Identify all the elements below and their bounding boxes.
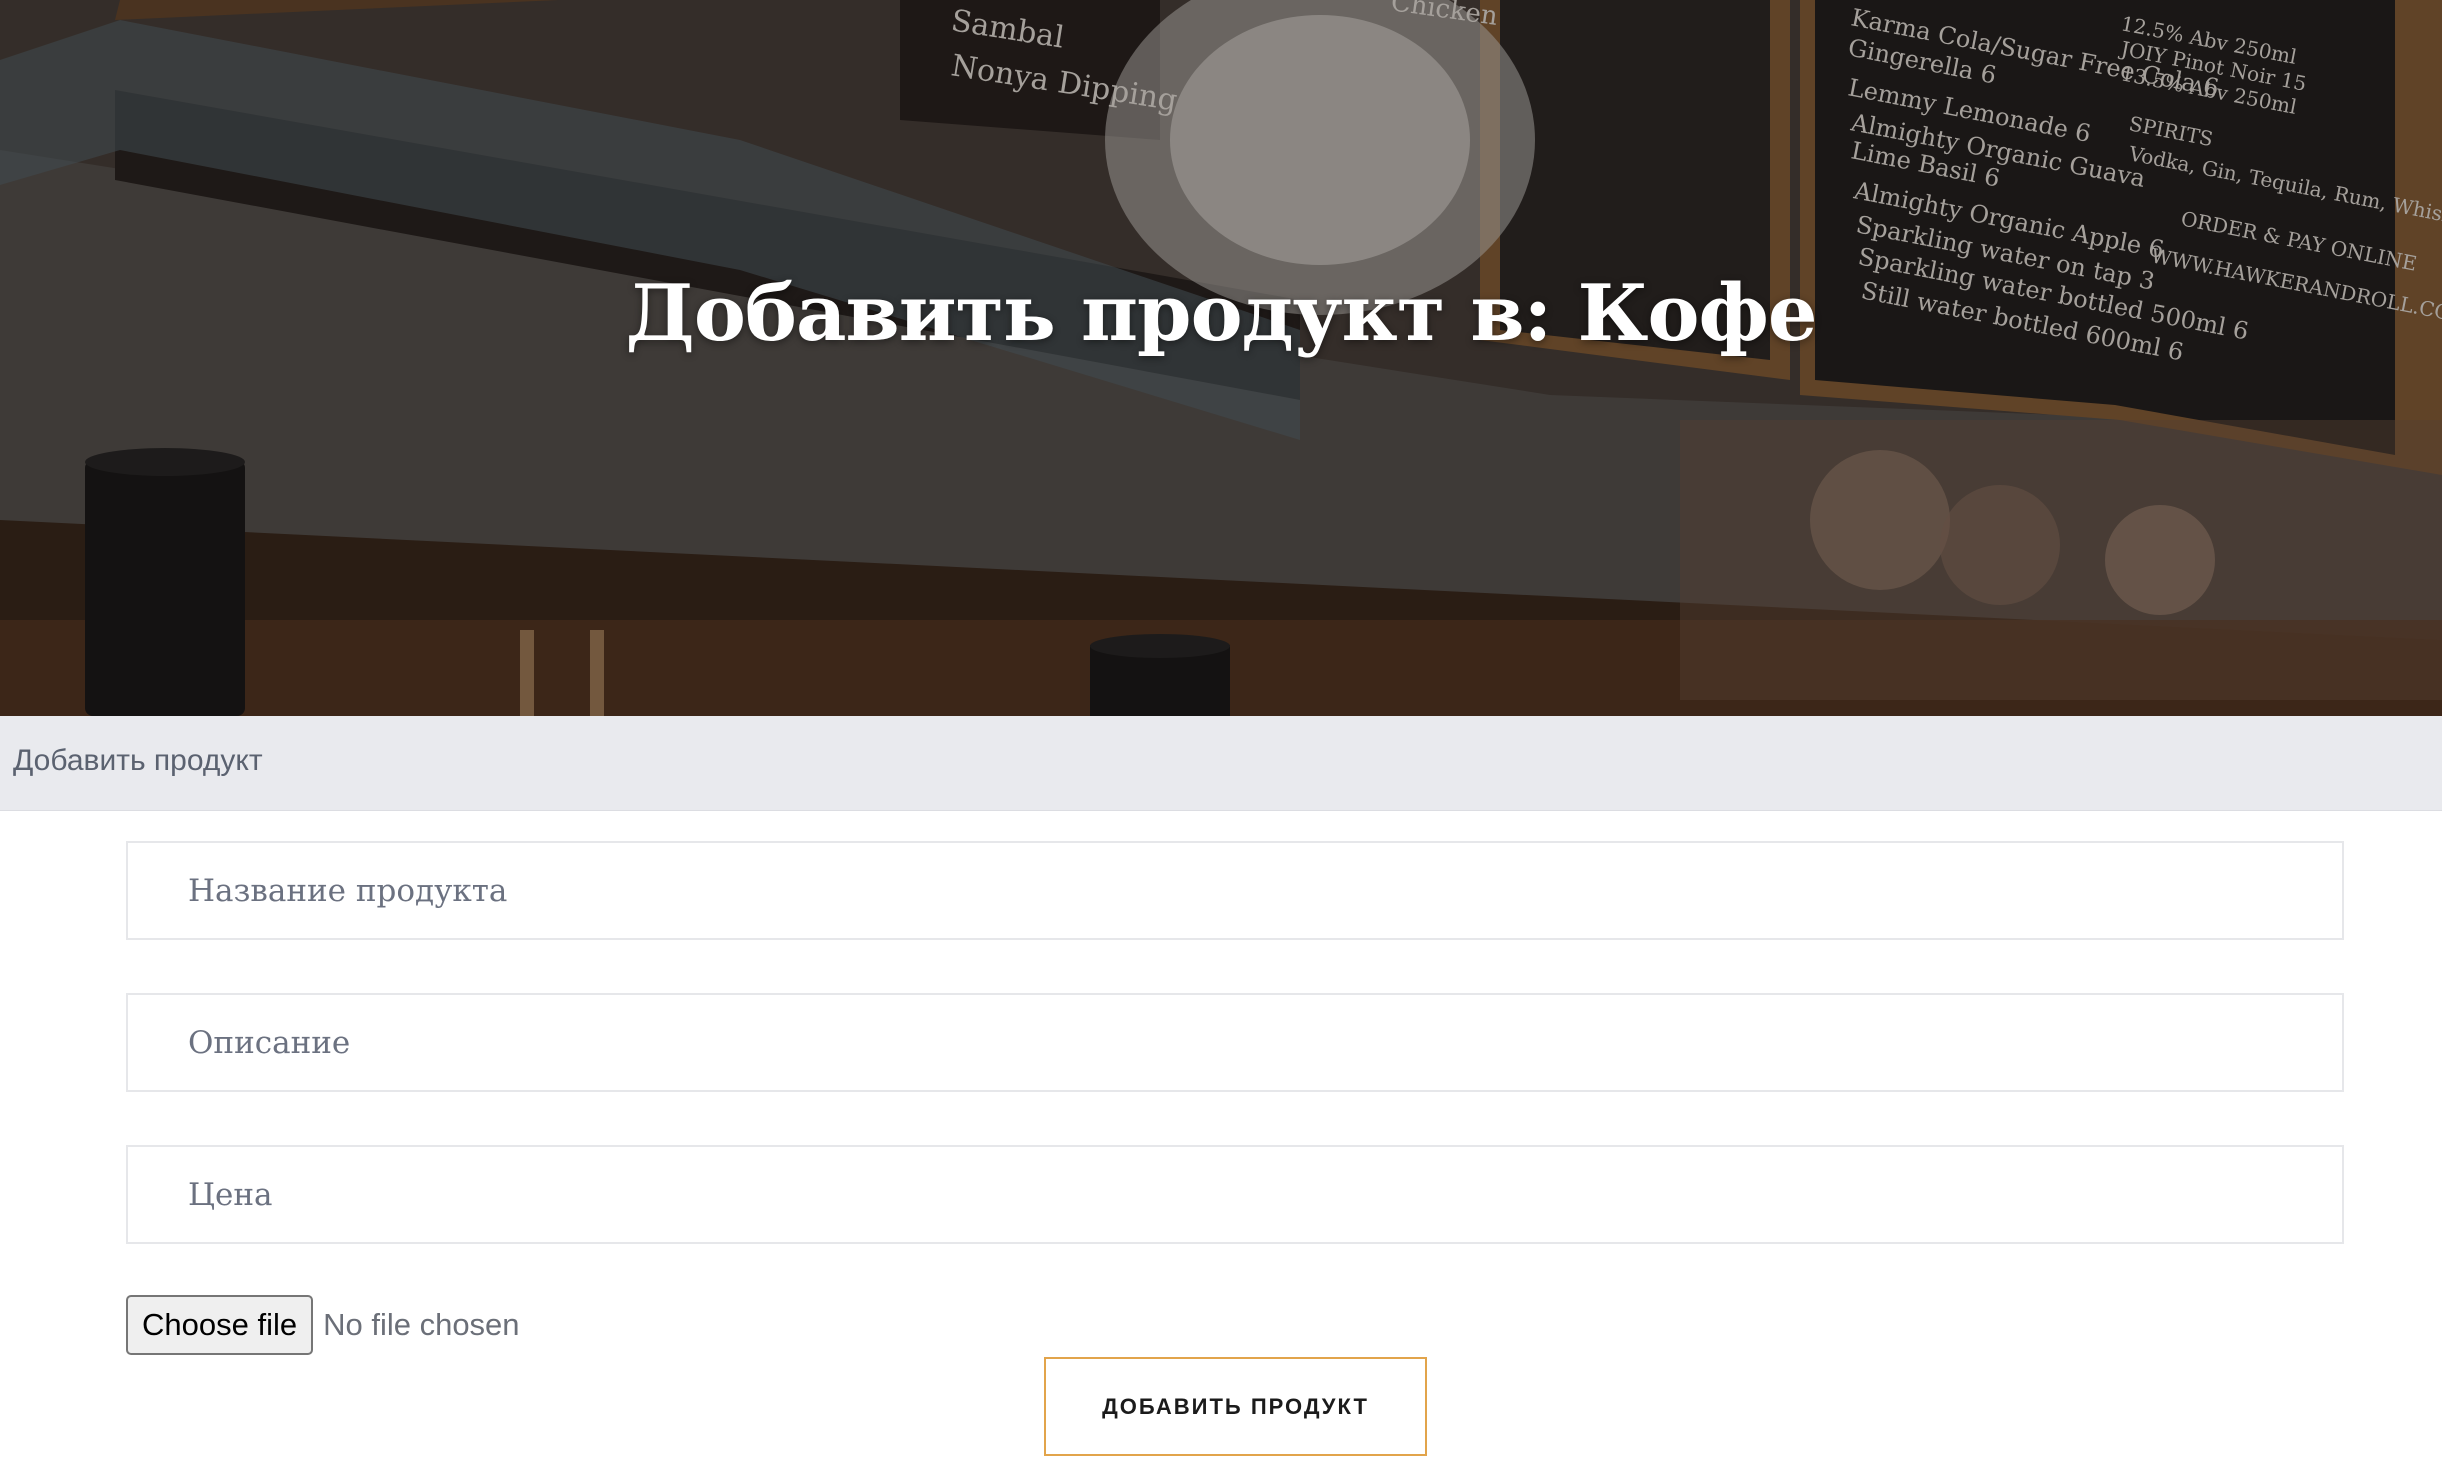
card-header-title: Добавить продукт	[13, 744, 263, 777]
hero-banner: Sambal Nonya Dipping Chicken Karma Cola/…	[0, 0, 2442, 716]
add-product-button[interactable]: ДОБАВИТЬ ПРОДУКТ	[1044, 1357, 1427, 1456]
file-upload: Choose file No file chosen	[126, 1295, 520, 1355]
product-name-input[interactable]	[126, 841, 2344, 940]
choose-file-button[interactable]: Choose file	[126, 1295, 314, 1355]
product-price-input[interactable]	[126, 1145, 2344, 1244]
page-title: Добавить продукт в: Кофе	[625, 268, 1818, 359]
product-description-input[interactable]	[126, 993, 2344, 1092]
file-status-text: No file chosen	[323, 1307, 520, 1342]
card-header: Добавить продукт	[0, 716, 2442, 811]
